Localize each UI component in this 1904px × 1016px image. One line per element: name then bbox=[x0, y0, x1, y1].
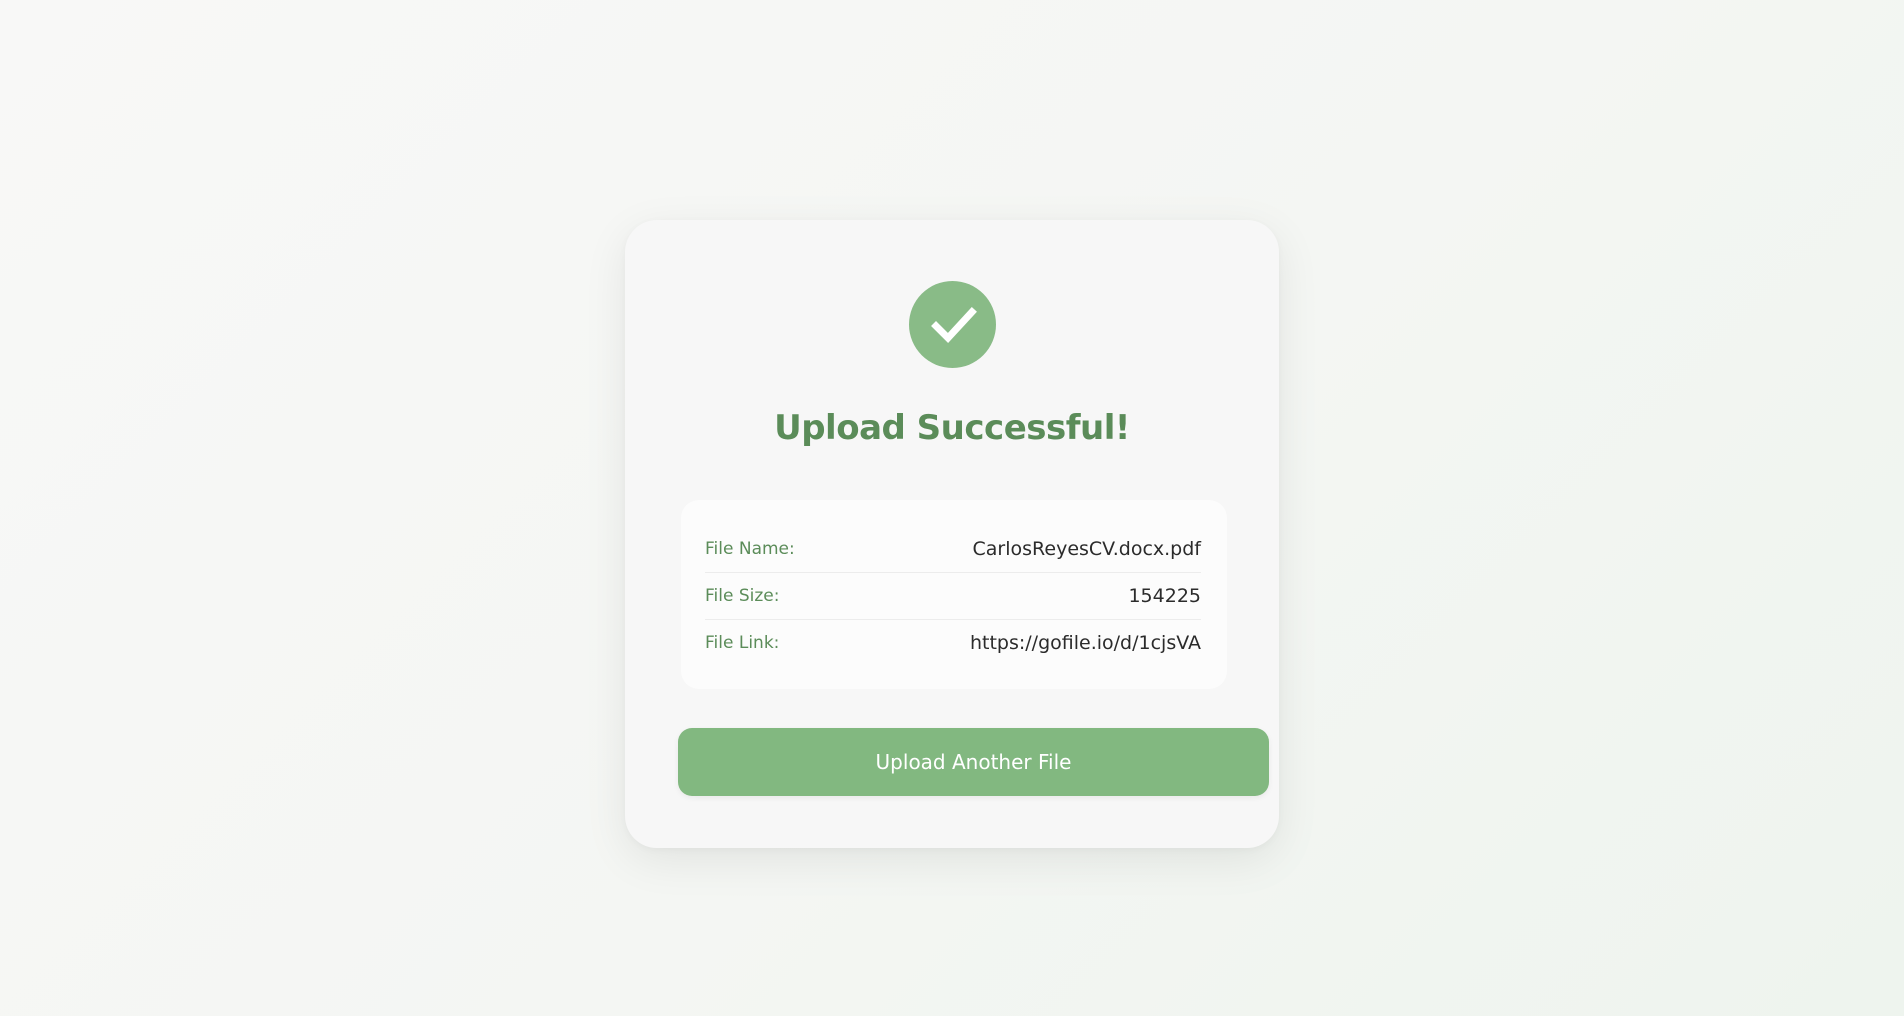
file-link-label: File Link: bbox=[705, 633, 780, 653]
upload-success-card: Upload Successful! File Name: CarlosReye… bbox=[625, 220, 1279, 848]
page-title: Upload Successful! bbox=[774, 408, 1130, 448]
checkmark-icon bbox=[930, 306, 977, 343]
file-link-value[interactable]: https://gofile.io/d/1cjsVA bbox=[970, 632, 1201, 654]
file-link-row: File Link: https://gofile.io/d/1cjsVA bbox=[705, 620, 1201, 666]
file-info-panel: File Name: CarlosReyesCV.docx.pdf File S… bbox=[681, 500, 1227, 689]
file-name-row: File Name: CarlosReyesCV.docx.pdf bbox=[705, 526, 1201, 573]
file-size-label: File Size: bbox=[705, 586, 780, 606]
file-name-label: File Name: bbox=[705, 539, 795, 559]
upload-another-file-button[interactable]: Upload Another File bbox=[678, 728, 1269, 796]
check-circle-icon bbox=[909, 281, 996, 368]
file-name-value: CarlosReyesCV.docx.pdf bbox=[972, 538, 1201, 560]
file-size-row: File Size: 154225 bbox=[705, 573, 1201, 620]
file-size-value: 154225 bbox=[1128, 585, 1201, 607]
